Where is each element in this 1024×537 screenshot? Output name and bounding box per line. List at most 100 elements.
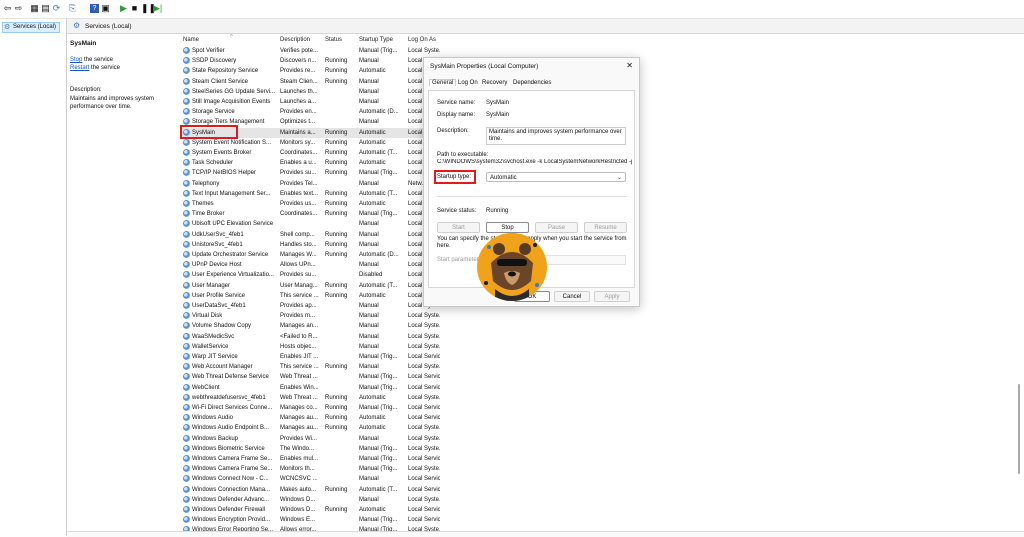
table-row[interactable]: Volume Shadow Copy Manages an... Manual Loc… (180, 321, 440, 331)
table-row[interactable]: WaaSMedicSvc <Failed to R... Manual Local S… (180, 332, 440, 342)
table-row[interactable]: WalletService Hosts objec... Manual Local S… (180, 342, 440, 352)
properties-icon[interactable]: ▣ (101, 4, 110, 13)
table-row[interactable]: Windows Camera Frame Se... Enables mul...… (180, 454, 440, 464)
column-header-description[interactable]: Description (280, 37, 310, 43)
start-button[interactable]: Start (437, 222, 480, 233)
table-row[interactable]: Windows Connection Mana... Makes auto... R… (180, 485, 440, 495)
table-row[interactable]: User Experience Virtualizatio... Provides… (180, 270, 440, 280)
apply-button[interactable]: Apply (594, 291, 630, 302)
table-row[interactable]: Task Scheduler Enables a u... Running Autom… (180, 158, 440, 168)
table-row[interactable]: Web Threat Defense Service Web Threat ...… (180, 372, 440, 382)
scrollbar-thumb[interactable] (1018, 384, 1020, 474)
table-row[interactable]: Wi-Fi Direct Services Conne... Manages co… (180, 403, 440, 413)
list-view-icon[interactable]: ▤ (41, 4, 50, 13)
table-row[interactable]: TCP/IP NetBIOS Helper Provides su... Runni… (180, 168, 440, 178)
resume-button[interactable]: Resume (584, 222, 627, 233)
table-row[interactable]: State Repository Service Provides re... Ru… (180, 66, 440, 76)
export-icon[interactable]: ⎘ (68, 4, 77, 13)
table-row[interactable]: UdkUserSvc_4feb1 Shell comp... Running Manu… (180, 230, 440, 240)
column-header-log-on-as[interactable]: Log On As (408, 37, 436, 43)
column-header-name[interactable]: Name ^ (183, 34, 233, 43)
table-row[interactable]: Themes Provides us... Running Automatic Loca… (180, 199, 440, 209)
table-row[interactable]: System Events Broker Coordinates... Runnin… (180, 148, 440, 158)
tab-recovery[interactable]: Recovery (482, 80, 507, 86)
cell-description: Provides Wi... (280, 435, 318, 442)
table-row[interactable]: Time Broker Coordinates... Running Manual (… (180, 209, 440, 219)
table-row[interactable]: System Event Notification S... Monitors s… (180, 138, 440, 148)
cell-name: webthreatdefusersvc_4feb1 (192, 394, 266, 401)
service-gear-icon (183, 179, 190, 187)
service-status-label: Service status: (437, 208, 477, 214)
table-row[interactable]: Windows Defender Advanc... Windows D... Ma… (180, 495, 440, 505)
cell-status: Running (325, 415, 348, 422)
cell-description: Monitors sy... (280, 139, 316, 146)
cell-description: Provides ap... (280, 303, 317, 309)
table-row[interactable]: Still Image Acquisition Events Launches a… (180, 97, 440, 107)
stop-link-suffix: the service (82, 57, 114, 63)
table-row[interactable]: webthreatdefusersvc_4feb1 Web Threat ... R… (180, 393, 440, 403)
table-row[interactable]: User Profile Service This service ... Runn… (180, 291, 440, 301)
service-gear-icon (183, 414, 190, 422)
table-row[interactable]: Spot Verifier Verifies pote... Manual (Tri… (180, 46, 440, 56)
table-row[interactable]: SSDP Discovery Discovers n... Running Manua… (180, 56, 440, 66)
column-header-status[interactable]: Status (325, 37, 342, 43)
tab-log-on[interactable]: Log On (458, 80, 478, 86)
pause-button[interactable]: Pause (535, 222, 578, 233)
forward-arrow-icon[interactable]: ⇨ (14, 4, 23, 13)
back-arrow-icon[interactable]: ⇦ (3, 4, 12, 13)
cell-startup-type: Automatic (359, 394, 386, 401)
play-icon[interactable]: ▶ (119, 4, 128, 13)
cell-startup-type: Manual (Trig... (359, 517, 398, 524)
table-row[interactable]: Telephony Provides Tel... Manual Netw... (180, 179, 440, 189)
cancel-button[interactable]: Cancel (554, 291, 590, 302)
restart-service-link[interactable]: Restart (70, 65, 89, 71)
display-name-value[interactable]: SysMain (486, 112, 509, 118)
resume-icon[interactable]: ▶| (153, 4, 162, 13)
cell-description: Steam Clien... (280, 78, 318, 85)
stop-button[interactable]: Stop (486, 222, 529, 233)
table-row[interactable]: UnistoreSvc_4feb1 Handles sto... Running Ma… (180, 240, 440, 250)
table-row[interactable]: SteelSeries GG Update Servi... Launches t… (180, 87, 440, 97)
help-icon[interactable]: ? (90, 4, 99, 13)
table-row[interactable]: UserDataSvc_4feb1 Provides ap... Manual Loc… (180, 301, 440, 311)
table-row[interactable]: Web Account Manager This service ... Runni… (180, 362, 440, 372)
refresh-icon[interactable]: ⟳ (52, 4, 61, 13)
table-row[interactable]: Windows Biometric Service The Windo... Man… (180, 444, 440, 454)
service-gear-icon (183, 271, 190, 279)
table-row[interactable]: Warp JIT Service Enables JIT ... Manual (T… (180, 352, 440, 362)
service-gear-icon (183, 455, 190, 462)
table-row[interactable]: Windows Backup Provides Wi... Manual Local … (180, 434, 440, 444)
table-row[interactable]: Virtual Disk Provides m... Manual Local Sys… (180, 311, 440, 321)
table-row[interactable]: UPnP Device Host Allows UPn... Manual Local… (180, 260, 440, 270)
table-row[interactable]: WebClient Enables Win... Manual (Trig... Lo… (180, 383, 440, 393)
cell-description: Maintains a... (280, 129, 316, 136)
tab-dependencies[interactable]: Dependencies (513, 80, 551, 86)
table-row[interactable]: Windows Audio Manages au... Running Automat… (180, 413, 440, 423)
table-row[interactable]: Windows Audio Endpoint B... Manages au...… (180, 423, 440, 433)
table-row[interactable]: Windows Connect Now - C... WCNCSVC ... Man… (180, 474, 440, 484)
table-row[interactable]: Ubisoft UPC Elevation Service Manual Local… (180, 219, 440, 229)
table-row[interactable]: Windows Camera Frame Se... Monitors th...… (180, 464, 440, 474)
tree-item-services-local[interactable]: ⚙ Services (Local) (2, 22, 61, 33)
vertical-scrollbar[interactable] (1015, 34, 1023, 534)
table-row[interactable]: Text Input Management Ser... Enables text… (180, 189, 440, 199)
table-row[interactable]: Windows Defender Firewall Windows D... Run… (180, 505, 440, 515)
stop-icon[interactable]: ■ (130, 4, 139, 13)
table-row[interactable]: Windows Encryption Provid... Windows E...… (180, 515, 440, 525)
cell-log-on-as: Local Syste... (408, 333, 440, 340)
pause-icon[interactable]: ❚❚ (141, 4, 156, 13)
table-row[interactable]: Update Orchestrator Service Manages W... R… (180, 250, 440, 260)
table-row[interactable]: Storage Service Provides en... Automatic (… (180, 107, 440, 117)
stop-service-link[interactable]: Stop (70, 57, 82, 63)
table-row[interactable]: Steam Client Service Steam Clien... Runnin… (180, 77, 440, 87)
cell-startup-type: Manual (359, 313, 379, 320)
cell-startup-type: Manual (359, 323, 379, 330)
dialog-description-box[interactable]: Maintains and improves system performanc… (486, 127, 626, 145)
console-tree-icon[interactable]: ▦ (30, 4, 39, 13)
table-row[interactable]: User Manager User Manag... Running Automati… (180, 281, 440, 291)
service-gear-icon (183, 77, 190, 85)
tab-general[interactable]: General (429, 79, 457, 86)
close-icon[interactable]: ✕ (626, 61, 633, 70)
column-header-startup-type[interactable]: Startup Type (359, 37, 393, 43)
startup-type-select[interactable]: Automatic ⌄ (486, 172, 626, 182)
